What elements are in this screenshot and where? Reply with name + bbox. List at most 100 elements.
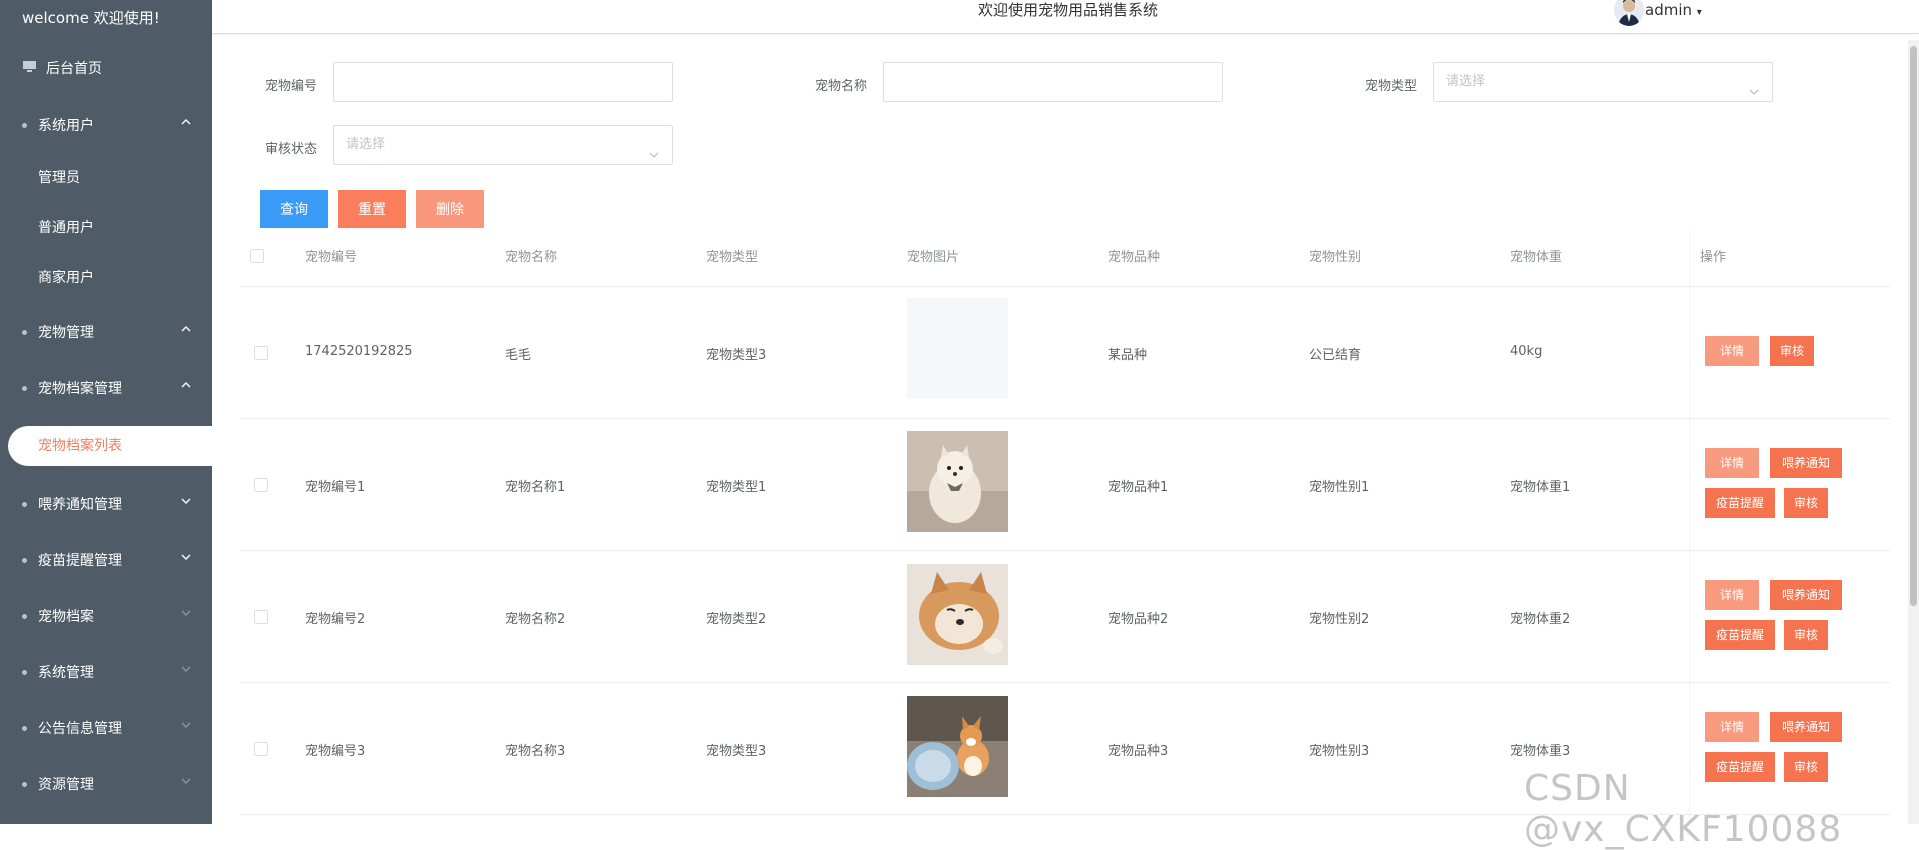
row-checkbox[interactable] bbox=[254, 610, 268, 624]
detail-button[interactable]: 详情 bbox=[1705, 580, 1759, 610]
pet-name-label: 宠物名称 bbox=[815, 79, 868, 94]
cell-pet-name: 宠物名称3 bbox=[505, 744, 566, 759]
row-divider bbox=[240, 550, 1890, 551]
pet-no-input[interactable] bbox=[333, 62, 673, 102]
sidebar-item-label: 疫苗提醒管理 bbox=[38, 553, 122, 569]
sidebar-item-system-management[interactable]: 系统管理 bbox=[0, 652, 212, 692]
chevron-down-icon bbox=[180, 607, 192, 619]
vaccine-reminder-button[interactable]: 疫苗提醒 bbox=[1705, 488, 1775, 518]
bullet-icon bbox=[22, 123, 27, 128]
column-header: 宠物编号 bbox=[305, 250, 358, 265]
sidebar-item-label: 宠物档案管理 bbox=[38, 381, 122, 397]
monitor-icon bbox=[22, 60, 37, 73]
sidebar-item-system-users[interactable]: 系统用户 bbox=[0, 105, 212, 145]
pet-no-label: 宠物编号 bbox=[265, 79, 318, 94]
chevron-down-icon bbox=[180, 495, 192, 507]
sidebar-item-home[interactable]: 后台首页 bbox=[0, 48, 212, 88]
pet-image-pomeranian bbox=[907, 431, 1008, 532]
bullet-icon bbox=[22, 502, 27, 507]
sidebar-item-pet-management[interactable]: 宠物管理 bbox=[0, 312, 212, 352]
sidebar-item-label: 后台首页 bbox=[46, 61, 102, 77]
bullet-icon bbox=[22, 330, 27, 335]
chevron-down-icon bbox=[180, 551, 192, 563]
chevron-up-icon bbox=[180, 116, 192, 128]
cell-pet-weight: 40kg bbox=[1510, 344, 1543, 359]
chevron-down-icon bbox=[180, 719, 192, 731]
row-checkbox[interactable] bbox=[254, 742, 268, 756]
bullet-icon bbox=[22, 782, 27, 787]
select-all-checkbox[interactable] bbox=[250, 249, 264, 263]
chevron-up-icon bbox=[180, 323, 192, 335]
chevron-down-icon bbox=[648, 139, 660, 158]
sidebar-brand: welcome 欢迎使用! bbox=[22, 9, 160, 27]
audit-button[interactable]: 审核 bbox=[1770, 336, 1814, 366]
cell-pet-weight: 宠物体重2 bbox=[1510, 612, 1571, 627]
detail-button[interactable]: 详情 bbox=[1705, 336, 1759, 366]
row-checkbox[interactable] bbox=[254, 346, 268, 360]
cell-pet-breed: 宠物品种1 bbox=[1108, 480, 1169, 495]
detail-button[interactable]: 详情 bbox=[1705, 448, 1759, 478]
user-menu[interactable]: admin ▾ bbox=[1645, 0, 1702, 23]
sidebar-item-label: 资源管理 bbox=[38, 777, 94, 793]
username: admin bbox=[1645, 1, 1692, 19]
delete-button[interactable]: 删除 bbox=[416, 190, 484, 228]
audit-status-label: 审核状态 bbox=[265, 142, 318, 157]
sidebar-item-feeding-notice[interactable]: 喂养通知管理 bbox=[0, 484, 212, 524]
query-button[interactable]: 查询 bbox=[260, 190, 328, 228]
column-header: 宠物名称 bbox=[505, 250, 558, 265]
feeding-notice-button[interactable]: 喂养通知 bbox=[1770, 448, 1842, 478]
cell-pet-type: 宠物类型3 bbox=[706, 744, 767, 759]
row-checkbox[interactable] bbox=[254, 478, 268, 492]
cell-pet-name: 宠物名称1 bbox=[505, 480, 566, 495]
pet-name-input[interactable] bbox=[883, 62, 1223, 102]
sidebar-subitem-admin[interactable]: 管理员 bbox=[0, 158, 212, 198]
sidebar-item-label: 公告信息管理 bbox=[38, 721, 122, 737]
bullet-icon bbox=[22, 670, 27, 675]
column-header: 宠物类型 bbox=[706, 250, 759, 265]
bullet-icon bbox=[22, 558, 27, 563]
cell-pet-gender: 宠物性别2 bbox=[1309, 612, 1370, 627]
column-header: 操作 bbox=[1700, 250, 1727, 265]
vaccine-reminder-button[interactable]: 疫苗提醒 bbox=[1705, 620, 1775, 650]
bullet-icon bbox=[22, 386, 27, 391]
audit-button[interactable]: 审核 bbox=[1784, 620, 1828, 650]
chevron-up-icon bbox=[180, 379, 192, 391]
pet-type-select[interactable]: 请选择 bbox=[1433, 62, 1773, 102]
cell-pet-no: 宠物编号2 bbox=[305, 612, 366, 627]
cell-pet-name: 宠物名称2 bbox=[505, 612, 566, 627]
select-placeholder: 请选择 bbox=[1446, 74, 1486, 89]
column-header: 宠物图片 bbox=[907, 250, 960, 265]
pet-image-shiba bbox=[907, 564, 1008, 665]
sidebar-item-pet-records[interactable]: 宠物档案 bbox=[0, 596, 212, 636]
sidebar-subitem-pet-records-list[interactable]: 宠物档案列表 bbox=[8, 426, 212, 466]
audit-status-select[interactable]: 请选择 bbox=[333, 125, 673, 165]
sidebar-item-label: 系统用户 bbox=[38, 118, 94, 134]
scrollbar-thumb[interactable] bbox=[1910, 46, 1917, 606]
vertical-scrollbar[interactable] bbox=[1908, 40, 1919, 824]
sidebar-item-resources[interactable]: 资源管理 bbox=[0, 764, 212, 804]
detail-button[interactable]: 详情 bbox=[1705, 712, 1759, 742]
avatar[interactable] bbox=[1614, 0, 1644, 26]
cell-pet-breed: 宠物品种2 bbox=[1108, 612, 1169, 627]
reset-button[interactable]: 重置 bbox=[338, 190, 406, 228]
cell-pet-weight: 宠物体重3 bbox=[1510, 744, 1571, 759]
chevron-down-icon bbox=[180, 663, 192, 675]
sidebar-item-vaccine-reminder[interactable]: 疫苗提醒管理 bbox=[0, 540, 212, 580]
cell-pet-no: 宠物编号1 bbox=[305, 480, 366, 495]
audit-button[interactable]: 审核 bbox=[1784, 488, 1828, 518]
column-header: 宠物品种 bbox=[1108, 250, 1161, 265]
fixed-column-shadow bbox=[1689, 230, 1691, 824]
sidebar-item-pet-records-management[interactable]: 宠物档案管理 bbox=[0, 368, 212, 408]
chevron-down-icon bbox=[1748, 76, 1760, 95]
sidebar-item-label: 喂养通知管理 bbox=[38, 497, 122, 513]
pet-type-label: 宠物类型 bbox=[1365, 79, 1418, 94]
feeding-notice-button[interactable]: 喂养通知 bbox=[1770, 712, 1842, 742]
sidebar-subitem-merchant-user[interactable]: 商家用户 bbox=[0, 258, 212, 298]
sidebar: welcome 欢迎使用! 后台首页 系统用户 管理员 普通用户 商家用户 宠物… bbox=[0, 0, 212, 824]
cell-pet-weight: 宠物体重1 bbox=[1510, 480, 1571, 495]
cell-pet-gender: 公已结育 bbox=[1309, 348, 1362, 363]
sidebar-item-announcements[interactable]: 公告信息管理 bbox=[0, 708, 212, 748]
cell-pet-type: 宠物类型3 bbox=[706, 348, 767, 363]
sidebar-subitem-normal-user[interactable]: 普通用户 bbox=[0, 208, 212, 248]
feeding-notice-button[interactable]: 喂养通知 bbox=[1770, 580, 1842, 610]
